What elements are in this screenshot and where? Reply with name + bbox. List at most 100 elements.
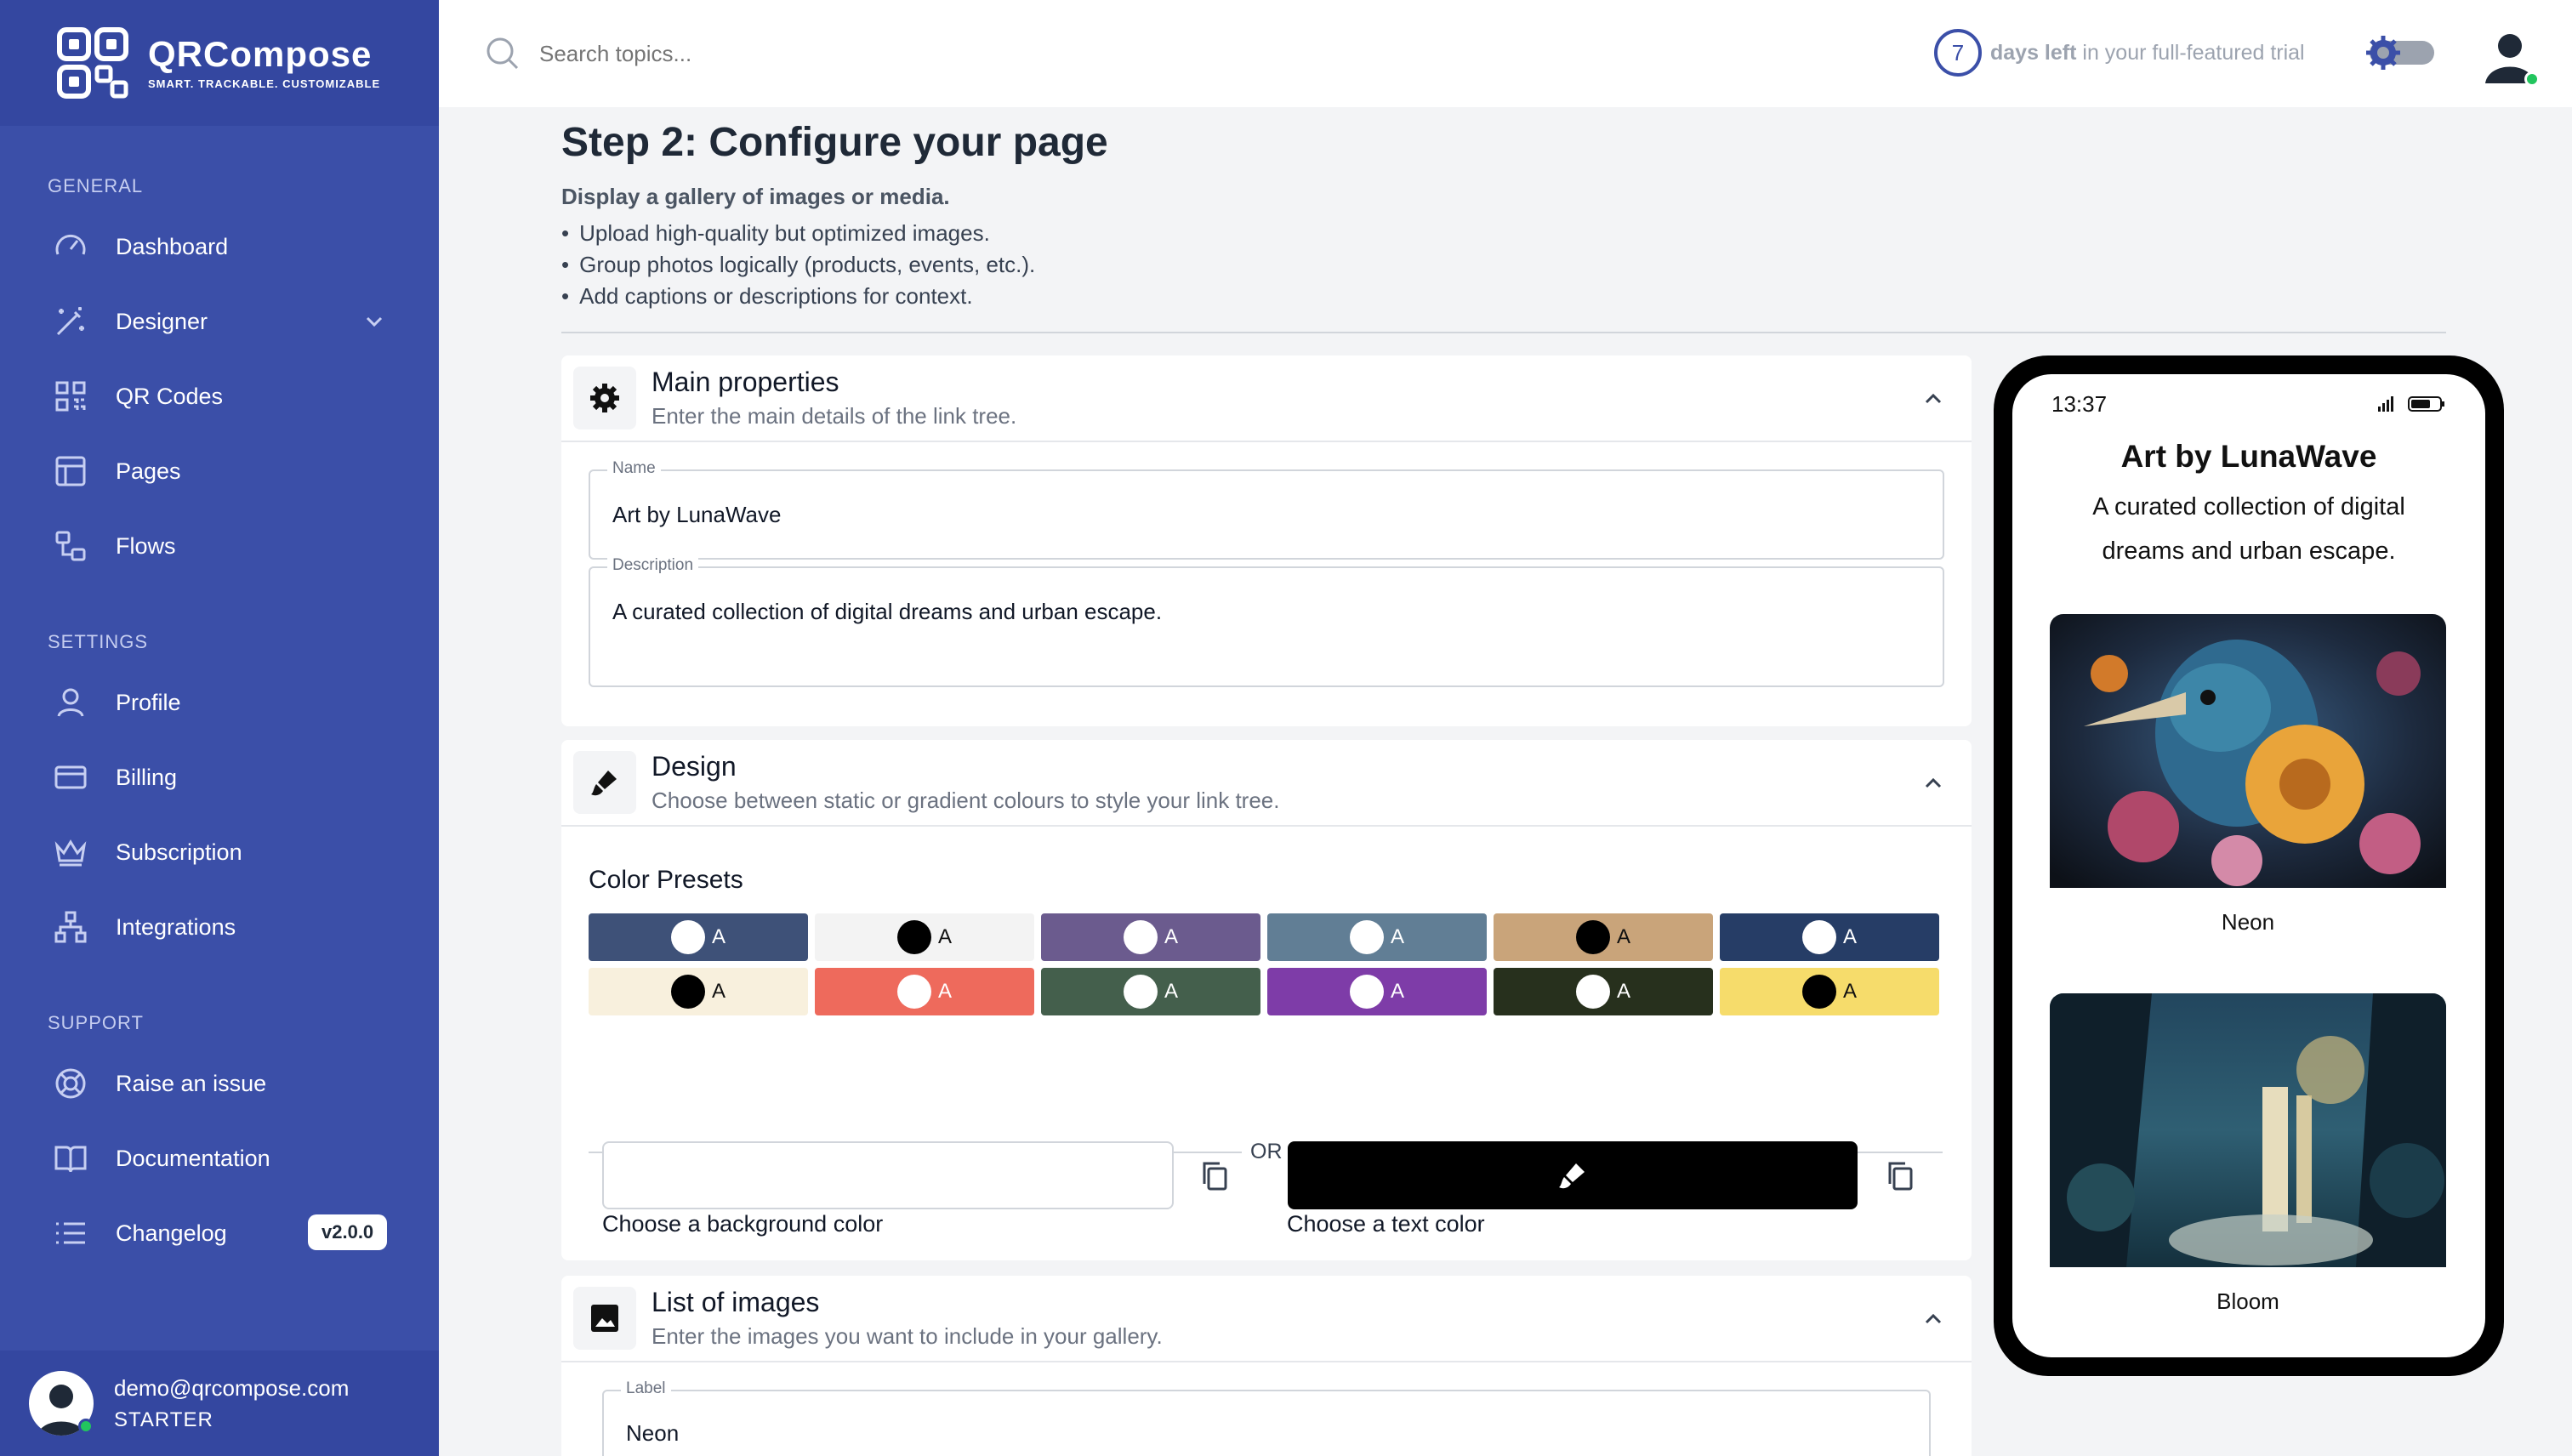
sidebar-item-profile[interactable]: Profile bbox=[0, 665, 439, 740]
preset-dot bbox=[1575, 920, 1610, 954]
color-preset-swatch[interactable]: A bbox=[1041, 913, 1260, 961]
color-preset-swatch[interactable]: A bbox=[589, 968, 808, 1015]
sidebar-item-label: Flows bbox=[116, 532, 176, 559]
tips-list: Upload high-quality but optimized images… bbox=[561, 218, 1035, 312]
sidebar-item-dashboard[interactable]: Dashboard bbox=[0, 209, 439, 284]
gear-icon[interactable] bbox=[2364, 34, 2402, 71]
sidebar-item-designer[interactable]: Designer bbox=[0, 284, 439, 359]
user-plan: STARTER bbox=[114, 1408, 213, 1431]
neon-artwork-image bbox=[2050, 614, 2446, 888]
user-email: demo@qrcompose.com bbox=[114, 1374, 350, 1401]
images-card: List of images Enter the images you want… bbox=[561, 1276, 1972, 1456]
search-icon bbox=[487, 37, 519, 70]
sidebar-item-integrations[interactable]: Integrations bbox=[0, 890, 439, 964]
sidebar-item-billing[interactable]: Billing bbox=[0, 740, 439, 815]
description-value: A curated collection of digital dreams a… bbox=[612, 599, 1163, 624]
preview-gallery-card[interactable]: Neon bbox=[2050, 614, 2446, 936]
crown-icon bbox=[53, 834, 88, 870]
sidebar: QRCompose SMART. TRACKABLE. CUSTOMIZABLE… bbox=[0, 0, 439, 1456]
preset-dot bbox=[896, 920, 931, 954]
sidebar-item-flows[interactable]: Flows bbox=[0, 509, 439, 583]
label-field[interactable]: Label Neon bbox=[602, 1379, 1931, 1456]
card-description: Enter the images you want to include in … bbox=[652, 1323, 1163, 1349]
sidebar-item-label: Changelog bbox=[116, 1220, 227, 1246]
sidebar-item-qr-codes[interactable]: QR Codes bbox=[0, 359, 439, 434]
preview-title: Art by LunaWave bbox=[2120, 439, 2377, 474]
color-preset-swatch[interactable]: A bbox=[1267, 968, 1487, 1015]
preset-dot bbox=[1349, 975, 1384, 1009]
preset-dot bbox=[896, 975, 931, 1009]
online-status-dot bbox=[2524, 71, 2540, 87]
preview-caption: Neon bbox=[2221, 909, 2275, 935]
trial-days-label: days left bbox=[1990, 40, 2077, 65]
preset-dot bbox=[1801, 975, 1836, 1009]
main-properties-header[interactable]: Main properties Enter the main details o… bbox=[561, 355, 1972, 442]
main-properties-card: Main properties Enter the main details o… bbox=[561, 355, 1972, 726]
user-profile[interactable]: demo@qrcompose.com STARTER bbox=[0, 1351, 439, 1456]
color-preset-swatch[interactable]: A bbox=[815, 913, 1034, 961]
sidebar-item-label: Profile bbox=[116, 689, 181, 715]
preset-dot bbox=[1349, 920, 1384, 954]
name-value: Art by LunaWave bbox=[612, 502, 782, 527]
image-icon-box bbox=[573, 1287, 636, 1350]
preview-gallery-card[interactable]: Bloom bbox=[2050, 993, 2446, 1315]
color-preset-swatch[interactable]: A bbox=[1041, 968, 1260, 1015]
preset-dot bbox=[1575, 975, 1610, 1009]
credit-card-icon bbox=[53, 759, 88, 795]
qr-icon bbox=[53, 378, 88, 414]
preset-letter: A bbox=[1164, 925, 1178, 948]
preset-dot bbox=[1123, 920, 1158, 954]
chevron-up-icon[interactable] bbox=[1919, 1305, 1948, 1334]
chevron-up-icon[interactable] bbox=[1919, 384, 1948, 413]
trial-text: days left in your full-featured trial bbox=[1990, 41, 2305, 65]
sidebar-item-label: Designer bbox=[116, 308, 208, 334]
bg-color-input[interactable] bbox=[602, 1141, 1174, 1209]
color-preset-swatch[interactable]: A bbox=[589, 913, 808, 961]
sidebar-item-documentation[interactable]: Documentation bbox=[0, 1121, 439, 1196]
color-preset-swatch[interactable]: A bbox=[1494, 913, 1713, 961]
color-presets-label: Color Presets bbox=[589, 866, 743, 894]
section-support: SUPPORT bbox=[48, 1012, 144, 1033]
layout-icon bbox=[53, 453, 88, 489]
chevron-up-icon[interactable] bbox=[1919, 769, 1948, 798]
color-preset-swatch[interactable]: A bbox=[815, 968, 1034, 1015]
copy-icon[interactable] bbox=[1198, 1158, 1232, 1192]
preset-letter: A bbox=[1842, 980, 1857, 1003]
sidebar-item-raise-issue[interactable]: Raise an issue bbox=[0, 1046, 439, 1121]
magic-wand-icon bbox=[53, 304, 88, 339]
sidebar-item-changelog[interactable]: Changelog v2.0.0 bbox=[0, 1196, 439, 1271]
gear-icon bbox=[590, 384, 619, 412]
label-field-value: Neon bbox=[626, 1420, 680, 1446]
preview-description: A curated collection of digital dreams a… bbox=[2092, 493, 2405, 565]
text-color-input[interactable] bbox=[1288, 1141, 1858, 1209]
settings-icon-box bbox=[573, 367, 636, 429]
description-field[interactable]: Description A curated collection of digi… bbox=[589, 556, 1944, 687]
copy-icon[interactable] bbox=[1883, 1158, 1917, 1192]
list-item: Add captions or descriptions for context… bbox=[561, 281, 1035, 312]
search-input[interactable] bbox=[539, 34, 1050, 73]
color-preset-swatch[interactable]: A bbox=[1720, 913, 1939, 961]
chevron-down-icon[interactable] bbox=[359, 306, 390, 337]
card-title: Design bbox=[652, 751, 737, 782]
color-preset-swatch[interactable]: A bbox=[1494, 968, 1713, 1015]
design-header[interactable]: Design Choose between static or gradient… bbox=[561, 740, 1972, 827]
card-title: Main properties bbox=[652, 367, 839, 397]
name-field[interactable]: Name Art by LunaWave bbox=[589, 459, 1944, 560]
brand[interactable]: QRCompose SMART. TRACKABLE. CUSTOMIZABLE bbox=[0, 0, 439, 126]
sidebar-item-label: Subscription bbox=[116, 839, 242, 865]
gauge-icon bbox=[53, 229, 88, 264]
color-preset-swatch[interactable]: A bbox=[1720, 968, 1939, 1015]
images-header[interactable]: List of images Enter the images you want… bbox=[561, 1276, 1972, 1362]
color-preset-swatch[interactable]: A bbox=[1267, 913, 1487, 961]
book-icon bbox=[53, 1140, 88, 1176]
preset-letter: A bbox=[711, 925, 726, 948]
preset-letter: A bbox=[937, 925, 952, 948]
sidebar-item-pages[interactable]: Pages bbox=[0, 434, 439, 509]
preset-dot bbox=[670, 920, 705, 954]
lifebuoy-icon bbox=[53, 1066, 88, 1101]
sidebar-item-label: Raise an issue bbox=[116, 1070, 267, 1096]
sidebar-item-subscription[interactable]: Subscription bbox=[0, 815, 439, 890]
description-label: Description bbox=[607, 556, 699, 575]
topbar: 7 days left in your full-featured trial bbox=[439, 0, 2572, 107]
brush-icon bbox=[1559, 1163, 1585, 1189]
